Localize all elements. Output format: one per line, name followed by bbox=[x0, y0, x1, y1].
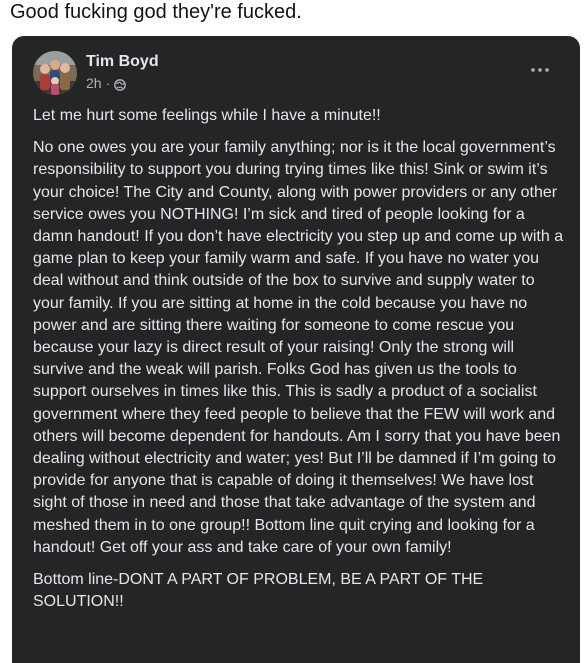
facebook-post-screenshot: Tim Boyd 2h · Let me hurt some feelings … bbox=[12, 36, 580, 663]
post-body: Let me hurt some feelings while I have a… bbox=[33, 105, 568, 623]
more-options-icon[interactable] bbox=[528, 60, 552, 80]
tweet-text: Good fucking god they're fucked. bbox=[10, 1, 302, 23]
post-meta: 2h · bbox=[86, 74, 127, 92]
avatar[interactable] bbox=[33, 51, 77, 95]
post-paragraph-closing: Bottom line-DONT A PART OF PROBLEM, BE A… bbox=[33, 571, 484, 611]
post-paragraph-main: No one owes you are your family anything… bbox=[33, 139, 564, 556]
author-name[interactable]: Tim Boyd bbox=[86, 52, 159, 72]
globe-icon[interactable] bbox=[114, 77, 127, 91]
post-paragraph-intro: Let me hurt some feelings while I have a… bbox=[33, 107, 381, 124]
post-timestamp[interactable]: 2h bbox=[86, 74, 102, 92]
meta-separator: · bbox=[105, 75, 111, 91]
